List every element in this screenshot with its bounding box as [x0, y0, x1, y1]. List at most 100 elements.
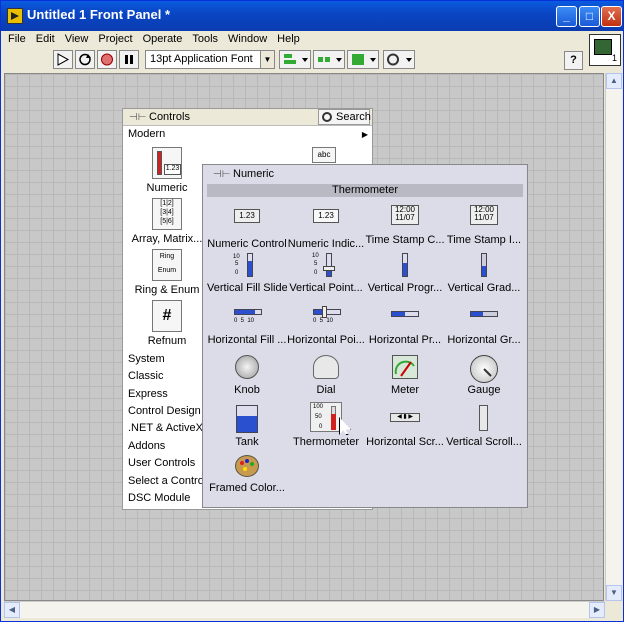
tile-string[interactable]: abc	[309, 147, 339, 163]
horizontal-scrollbar-item[interactable]: ◀ ▮ ▶ Horizontal Scr...	[365, 405, 445, 448]
menu-window[interactable]: Window	[223, 31, 272, 45]
numeric-control-item[interactable]: 1.23 Numeric Control	[207, 203, 287, 250]
enum-glyph: Enum	[157, 267, 177, 274]
vertical-graduated-bar-icon	[444, 253, 524, 279]
tile-numeric[interactable]: 1.23 Numeric	[129, 147, 205, 194]
pause-icon[interactable]	[119, 50, 139, 69]
scroll-left-icon[interactable]: ◀	[4, 602, 20, 618]
menu-view[interactable]: View	[60, 31, 94, 45]
tank-icon	[207, 405, 287, 433]
category-control-design-label: Control Design &	[128, 405, 212, 417]
horizontal-fill-slide-item[interactable]: 0 5 10 Horizontal Fill ...	[207, 305, 287, 346]
controls-palette-header: ⊣⊢ Controls Search	[123, 109, 372, 126]
vertical-fill-slide-icon: 10 5 0	[207, 253, 287, 279]
category-classic-label: Classic	[128, 370, 164, 382]
abort-icon[interactable]	[97, 50, 117, 69]
category-modern[interactable]: Modern ▶	[128, 126, 368, 143]
search-icon	[322, 112, 332, 122]
framed-color-box-item[interactable]: Framed Color...	[207, 455, 287, 494]
front-panel-window: Untitled 1 Front Panel * _ □ X File Edit V…	[0, 0, 624, 622]
chevron-down-icon: ▼	[260, 51, 274, 68]
numeric-indicator-item[interactable]: 1.23 Numeric Indic...	[286, 203, 366, 250]
scroll-down-icon[interactable]: ▼	[606, 585, 622, 601]
horizontal-progress-bar-item[interactable]: Horizontal Pr...	[365, 305, 445, 346]
vertical-pointer-slide-item[interactable]: 10 5 0 Vertical Point...	[286, 253, 366, 294]
vertical-scrollbar-item[interactable]: Vertical Scroll...	[444, 405, 524, 448]
search-button[interactable]: Search	[318, 109, 371, 125]
resize-objects-icon[interactable]	[347, 50, 379, 69]
knob-icon	[207, 355, 287, 381]
pin-icon[interactable]: ⊣⊢	[129, 112, 146, 123]
time-stamp-indicator-icon: 12:00 11/07	[444, 205, 524, 231]
tile-array-label: Array, Matrix...	[131, 233, 203, 245]
numeric-indicator-icon: 1.23	[286, 209, 366, 235]
vertical-progress-bar-item[interactable]: Vertical Progr...	[365, 253, 445, 294]
thermometer-item[interactable]: 100 50 0 Thermometer	[286, 402, 366, 448]
menu-edit[interactable]: Edit	[31, 31, 60, 45]
numeric-subpalette: ⊣⊢ Numeric Thermometer 1.23 Numeric Cont…	[202, 164, 528, 508]
minimize-button[interactable]: _	[556, 6, 577, 27]
context-help-button[interactable]: ?	[564, 51, 583, 70]
pin-icon[interactable]: ⊣⊢	[213, 169, 230, 180]
vertical-fill-slide-item[interactable]: 10 5 0 Vertical Fill Slide	[207, 253, 287, 294]
horizontal-scrollbar-icon: ◀ ▮ ▶	[365, 405, 445, 433]
numeric-icon: 1.23	[152, 147, 182, 179]
menu-tools[interactable]: Tools	[187, 31, 223, 45]
numeric-subpalette-title: Numeric	[233, 168, 274, 180]
tile-refnum[interactable]: # Refnum	[129, 300, 205, 347]
tile-array-matrix[interactable]: [1|2] [3|4] [5|6] Array, Matrix...	[129, 198, 205, 245]
horizontal-fill-slide-icon: 0 5 10	[207, 305, 287, 331]
time-stamp-indicator-item[interactable]: 12:00 11/07 Time Stamp I...	[444, 203, 524, 246]
labview-app-icon[interactable]	[7, 8, 23, 24]
maximize-button[interactable]: □	[579, 6, 600, 27]
reorder-icon[interactable]	[383, 50, 415, 69]
horizontal-graduated-bar-icon	[444, 305, 524, 331]
menu-bar: File Edit View Project Operate Tools Window Hel…	[3, 31, 587, 49]
dial-item[interactable]: Dial	[286, 355, 366, 396]
title-bar[interactable]: Untitled 1 Front Panel * _ □ X	[1, 1, 623, 31]
close-button[interactable]: X	[601, 6, 622, 27]
tile-ring-enum[interactable]: Ring Enum Ring & Enum	[129, 249, 205, 296]
gauge-item[interactable]: Gauge	[444, 355, 524, 396]
tank-item[interactable]: Tank	[207, 405, 287, 448]
string-icon: abc	[312, 147, 336, 163]
horizontal-pointer-slide-icon: 0 5 10	[286, 305, 366, 331]
vertical-graduated-bar-item[interactable]: Vertical Grad...	[444, 253, 524, 294]
horizontal-graduated-bar-item[interactable]: Horizontal Gr...	[444, 305, 524, 346]
scroll-up-icon[interactable]: ▲	[606, 73, 622, 89]
dial-icon	[286, 355, 366, 381]
menu-project[interactable]: Project	[93, 31, 137, 45]
run-continuously-icon[interactable]	[75, 50, 95, 69]
vi-icon[interactable]: 1	[589, 34, 621, 66]
vertical-scrollbar[interactable]: ▲ ▼	[605, 73, 622, 601]
refnum-icon: #	[152, 300, 182, 332]
horizontal-progress-bar-icon	[365, 305, 445, 331]
meter-item[interactable]: Meter	[365, 355, 445, 396]
category-express-label: Express	[128, 388, 168, 400]
horizontal-scrollbar[interactable]: ◀ ▶	[4, 601, 605, 618]
menu-operate[interactable]: Operate	[138, 31, 188, 45]
meter-icon	[365, 355, 445, 381]
menu-file[interactable]: File	[3, 31, 31, 45]
window-title: Untitled 1 Front Panel *	[27, 7, 171, 22]
chevron-right-icon: ▶	[361, 130, 368, 139]
scroll-right-icon[interactable]: ▶	[589, 602, 605, 618]
category-dsc-label: DSC Module	[128, 492, 191, 504]
ring-glyph: Ring	[159, 253, 175, 260]
tile-ring-label: Ring & Enum	[134, 284, 200, 296]
vertical-scrollbar-icon	[444, 405, 524, 433]
knob-item[interactable]: Knob	[207, 355, 287, 396]
horizontal-pointer-slide-item[interactable]: 0 5 10 Horizontal Poi...	[286, 305, 366, 346]
tile-numeric-label: Numeric	[146, 182, 188, 194]
align-objects-icon[interactable]	[279, 50, 311, 69]
font-select[interactable]: 13pt Application Font ▼	[145, 50, 275, 69]
distribute-objects-icon[interactable]	[313, 50, 345, 69]
hover-item-label: Thermometer	[207, 184, 523, 197]
menu-help[interactable]: Help	[272, 31, 305, 45]
vi-icon-number: 1	[611, 53, 617, 63]
color-palette-icon	[207, 455, 287, 479]
time-stamp-control-icon: 12:00 11/07	[365, 205, 445, 231]
category-user-controls-label: User Controls	[128, 457, 196, 469]
time-stamp-control-item[interactable]: 12:00 11/07 Time Stamp C...	[365, 203, 445, 246]
run-arrow-icon[interactable]	[53, 50, 73, 69]
